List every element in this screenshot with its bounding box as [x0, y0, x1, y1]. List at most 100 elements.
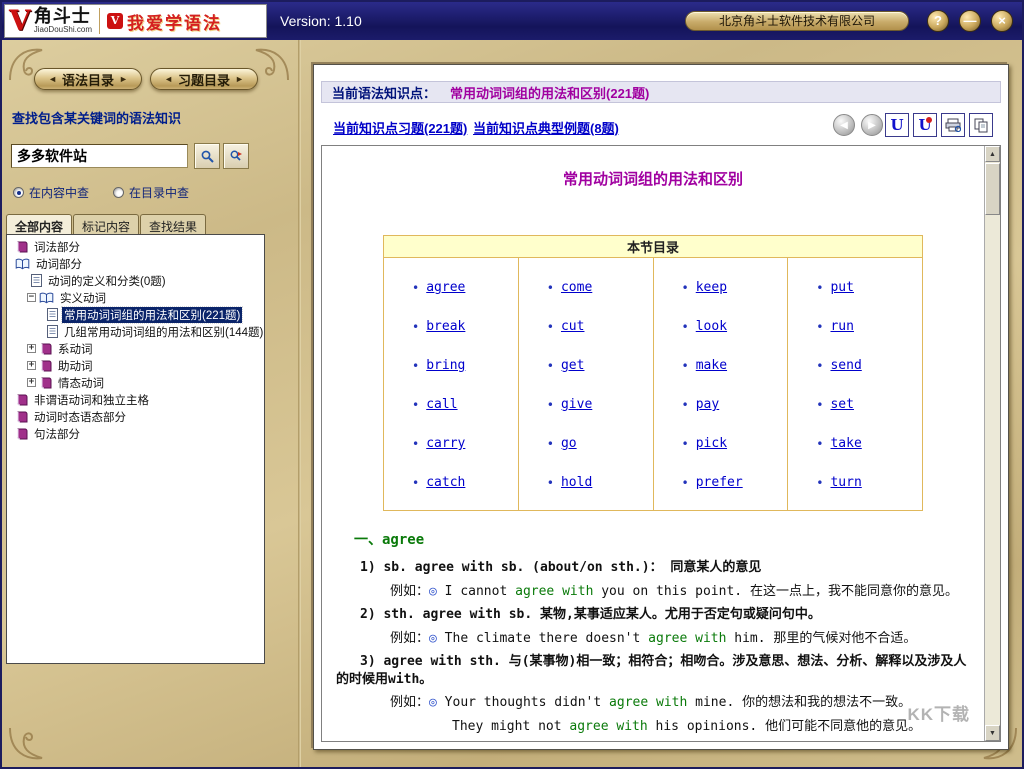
section-heading: 一、agree: [354, 529, 974, 549]
tree-item[interactable]: −实义动词: [7, 289, 264, 306]
toc-item: • break: [412, 307, 518, 346]
toc-link[interactable]: turn: [830, 475, 861, 490]
toc-link[interactable]: run: [830, 319, 853, 334]
scroll-up-button[interactable]: ▲: [985, 146, 1000, 162]
toc-link[interactable]: set: [830, 397, 853, 412]
minimize-button[interactable]: —: [959, 10, 981, 32]
toc-link[interactable]: hold: [561, 475, 592, 490]
search-next-button[interactable]: [223, 143, 249, 169]
tree-item-label: 情态动词: [56, 375, 106, 391]
toc-link[interactable]: keep: [696, 280, 727, 295]
expand-icon[interactable]: +: [27, 378, 36, 387]
tree-item[interactable]: 动词时态语态部分: [7, 408, 264, 425]
toc-link[interactable]: give: [561, 397, 592, 412]
tree-item-label: 助动词: [56, 358, 95, 374]
tree-item[interactable]: 动词的定义和分类(0题): [7, 272, 264, 289]
collapse-icon[interactable]: −: [27, 293, 36, 302]
bullet-icon: •: [547, 359, 554, 373]
print-preview-button[interactable]: [941, 113, 965, 137]
toc-link[interactable]: carry: [426, 436, 465, 451]
app-name: 我爱学语法: [127, 9, 222, 34]
back-button[interactable]: ◀: [833, 114, 855, 136]
knowledge-point-label: 当前语法知识点：: [332, 83, 436, 102]
current-exercises-link[interactable]: 当前知识点习题(221题): [333, 118, 467, 137]
scrollbar-thumb[interactable]: [985, 163, 1000, 215]
tree-item-label: 常用动词词组的用法和区别(221题): [62, 307, 242, 323]
toc-link[interactable]: send: [830, 358, 861, 373]
bullet-icon: •: [412, 320, 419, 334]
toc-link[interactable]: get: [561, 358, 584, 373]
book-open-icon: [39, 292, 54, 304]
tree-item-label: 非谓语动词和独立主格: [32, 392, 151, 408]
radio-selected-icon: [13, 187, 24, 198]
expand-icon[interactable]: +: [27, 361, 36, 370]
unmark-button[interactable]: U: [913, 113, 937, 137]
radio-search-catalog[interactable]: 在目录中查: [113, 184, 189, 201]
scroll-down-button[interactable]: ▼: [985, 725, 1000, 741]
toc-link[interactable]: call: [426, 397, 457, 412]
content-line: 4) agree about: 涉及讨论的题目用about。: [336, 741, 974, 742]
mark-button[interactable]: U: [885, 113, 909, 137]
toc-item: •send: [816, 346, 922, 385]
toc-link[interactable]: make: [696, 358, 727, 373]
tree-item[interactable]: 几组常用动词词组的用法和区别(144题): [7, 323, 264, 340]
toc-link[interactable]: go: [561, 436, 577, 451]
toc-column: •keep•look•make•pay•pick•prefer: [653, 258, 788, 511]
sidebar-edge: [298, 40, 301, 767]
book-closed-icon: [15, 428, 28, 440]
toc-link[interactable]: pick: [696, 436, 727, 451]
toc-link[interactable]: agree: [426, 280, 465, 295]
close-button[interactable]: ×: [991, 10, 1013, 32]
radio-label: 在目录中查: [129, 184, 189, 201]
forward-button[interactable]: ▶: [861, 114, 883, 136]
toc-link[interactable]: prefer: [696, 475, 743, 490]
toc-link[interactable]: break: [426, 319, 465, 334]
tree-item[interactable]: 常用动词词组的用法和区别(221题): [7, 306, 264, 323]
bullet-icon: •: [682, 476, 689, 490]
exercise-catalog-button[interactable]: ◄ 习题目录 ►: [150, 68, 258, 90]
toc-link[interactable]: pay: [696, 397, 719, 412]
app-logo-icon: V: [107, 13, 123, 29]
tree-item[interactable]: 动词部分: [7, 255, 264, 272]
tree-item[interactable]: + 助动词: [7, 357, 264, 374]
tree-item[interactable]: +系动词: [7, 340, 264, 357]
grammar-catalog-button[interactable]: ◄ 语法目录 ►: [34, 68, 142, 90]
toc-item: •set: [816, 385, 922, 424]
book-closed-icon: [15, 411, 28, 423]
content-line: 1) sb. agree with sb. (about/on sth.)： 同…: [336, 559, 974, 577]
tree-item[interactable]: 词法部分: [7, 238, 264, 255]
toc-link[interactable]: look: [696, 319, 727, 334]
toc-link[interactable]: come: [561, 280, 592, 295]
toc-link[interactable]: bring: [426, 358, 465, 373]
scrollbar[interactable]: ▲ ▼: [984, 146, 1000, 741]
toc-item: •pick: [682, 424, 788, 463]
toc-link[interactable]: catch: [426, 475, 465, 490]
pages-icon: [974, 118, 988, 133]
book-closed-icon: [39, 343, 52, 355]
knowledge-point-strip: 当前语法知识点： 常用动词词组的用法和区别(221题): [321, 81, 1001, 103]
bullet-icon: •: [412, 476, 419, 490]
keyword-input[interactable]: [11, 144, 188, 168]
tree-item[interactable]: 非谓语动词和独立主格: [7, 391, 264, 408]
app-window: V 角斗士 JiaoDouShi.com V 我爱学语法 Version: 1.…: [0, 0, 1024, 769]
copy-pages-button[interactable]: [969, 113, 993, 137]
bullet-icon: •: [682, 359, 689, 373]
content-line: They might not agree with his opinions. …: [452, 718, 974, 736]
tree-item[interactable]: + 情态动词: [7, 374, 264, 391]
magnifier-icon: [200, 149, 215, 164]
tree-item[interactable]: 句法部分: [7, 425, 264, 442]
toc-link[interactable]: put: [830, 280, 853, 295]
radio-search-content[interactable]: 在内容中查: [13, 184, 89, 201]
page-title: 常用动词词组的用法和区别: [332, 168, 974, 189]
book-open-icon: [15, 258, 30, 270]
help-button[interactable]: ?: [927, 10, 949, 32]
search-button[interactable]: [194, 143, 220, 169]
bullet-icon: •: [547, 398, 554, 412]
toc-link[interactable]: cut: [561, 319, 584, 334]
toc-link[interactable]: take: [830, 436, 861, 451]
toc-item: •come: [547, 268, 653, 307]
expand-icon[interactable]: +: [27, 344, 36, 353]
toc-body-row: • agree • break • bring • call • carry • catch •come…: [384, 258, 923, 511]
typical-examples-link[interactable]: 当前知识点典型例题(8题): [473, 118, 619, 137]
tree-item-label: 几组常用动词词组的用法和区别(144题): [62, 324, 265, 340]
